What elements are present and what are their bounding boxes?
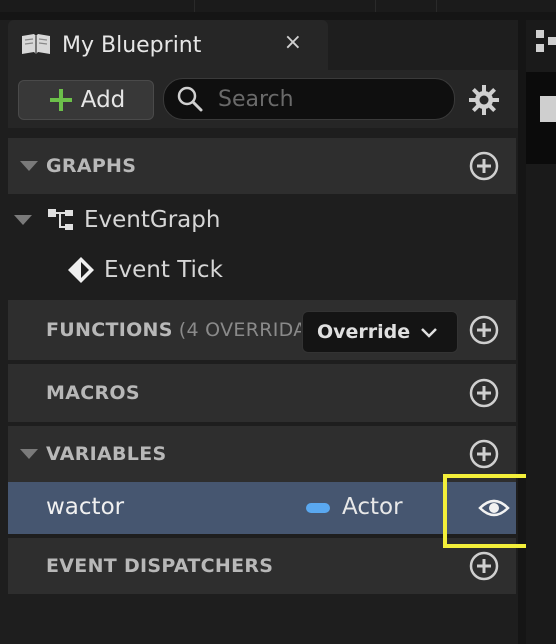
add-macro-icon[interactable] xyxy=(468,377,500,409)
variable-row-wactor[interactable]: wactor Actor xyxy=(8,482,516,534)
add-variable-icon[interactable] xyxy=(468,438,500,470)
override-dropdown[interactable]: Override xyxy=(302,311,458,353)
section-macros[interactable]: MACROS xyxy=(8,364,516,422)
section-functions-label: FUNCTIONS xyxy=(46,319,173,341)
tab-my-blueprint[interactable]: My Blueprint × xyxy=(8,20,328,70)
event-tick-label: Event Tick xyxy=(104,257,223,283)
section-macros-label: MACROS xyxy=(46,382,140,404)
add-function-icon[interactable] xyxy=(468,314,500,346)
add-button[interactable]: Add xyxy=(18,80,154,120)
section-variables-label: VARIABLES xyxy=(46,443,167,465)
top-strip-segment xyxy=(376,0,437,12)
eventgraph-label: EventGraph xyxy=(84,207,221,233)
graph-icon xyxy=(46,206,76,234)
search-input[interactable] xyxy=(216,85,440,113)
gear-icon[interactable] xyxy=(468,84,500,116)
list-item-event-tick[interactable]: Event Tick xyxy=(66,250,223,290)
toolbar: Add xyxy=(8,70,518,128)
plus-icon xyxy=(47,86,75,114)
section-event-dispatchers[interactable]: EVENT DISPATCHERS xyxy=(8,538,516,594)
section-event-dispatchers-label: EVENT DISPATCHERS xyxy=(46,555,274,577)
right-panel-edge xyxy=(526,20,556,644)
graph-icon xyxy=(534,28,556,54)
collapse-arrow-icon[interactable] xyxy=(14,215,32,225)
section-graphs[interactable]: GRAPHS xyxy=(8,138,516,194)
override-label: Override xyxy=(317,321,411,343)
variable-name: wactor xyxy=(46,494,125,520)
chevron-down-icon xyxy=(420,325,438,339)
top-strip-segment xyxy=(195,0,376,12)
variable-type[interactable]: Actor xyxy=(342,494,403,520)
add-event-dispatcher-icon[interactable] xyxy=(468,550,500,582)
add-graph-icon[interactable] xyxy=(468,150,500,182)
section-graphs-label: GRAPHS xyxy=(46,155,137,177)
tab-title: My Blueprint xyxy=(62,32,202,58)
overridable-count: (4 OVERRIDABLE) xyxy=(178,319,301,341)
blueprint-book-icon xyxy=(20,31,52,59)
right-panel-dark-area xyxy=(526,72,556,164)
top-strip xyxy=(0,0,556,12)
search-box[interactable] xyxy=(163,78,455,120)
add-button-label: Add xyxy=(80,87,126,113)
section-variables[interactable]: VARIABLES xyxy=(8,426,516,482)
collapse-arrow-icon[interactable] xyxy=(20,449,38,459)
search-icon xyxy=(176,85,204,113)
close-tab-icon[interactable]: × xyxy=(284,30,302,55)
list-item-eventgraph[interactable]: EventGraph xyxy=(14,200,220,240)
comment-icon xyxy=(540,96,556,122)
variable-type-pill-icon xyxy=(306,503,330,513)
event-diamond-icon xyxy=(66,255,96,285)
top-strip-segment xyxy=(0,0,195,12)
collapse-arrow-icon[interactable] xyxy=(20,161,38,171)
